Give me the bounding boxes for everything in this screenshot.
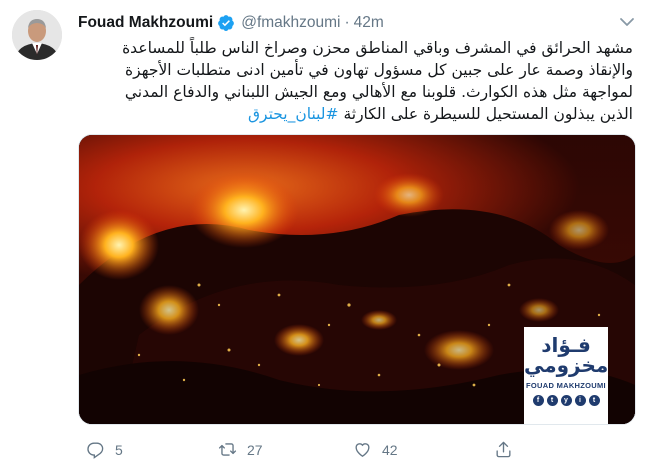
tv-icon: t	[588, 395, 600, 406]
tweet-text-line: مشهد الحرائق في المشرف وباقي المناطق محز…	[122, 39, 633, 57]
tweet-text-line: والإنقاذ وصمة عار على جبين كل مسؤول تهاو…	[125, 61, 633, 79]
youtube-icon: y	[560, 395, 572, 406]
tweet-text-line: لمواجهة مثل هذه الكوارث. قلوبنا مع الأها…	[124, 83, 633, 101]
retweet-count: 27	[247, 441, 263, 458]
tweet-media-image[interactable]: فـؤاد مخزومي FOUAD MAKHZOUMI f t y i t	[78, 134, 636, 425]
tweet-card[interactable]: Fouad Makhzoumi @fmakhzoumi · 42m مشهد ا…	[0, 0, 651, 469]
avatar[interactable]	[12, 10, 62, 60]
tweet-actions: 5 27 42	[78, 440, 638, 464]
logo-arabic-first: فـؤاد	[541, 333, 591, 357]
reply-count: 5	[115, 441, 123, 458]
retweet-icon	[218, 443, 237, 456]
hashtag-link[interactable]: #لبنان_يحترق	[248, 105, 339, 123]
tweet-text-fragment: الذين يبذلون المستحيل للسيطرة على الكارث…	[343, 105, 633, 123]
share-button[interactable]	[494, 440, 513, 459]
like-count: 42	[382, 441, 398, 458]
reply-button[interactable]: 5	[86, 440, 123, 459]
like-button[interactable]: 42	[353, 440, 398, 459]
retweet-button[interactable]: 27	[218, 440, 263, 459]
instagram-icon: i	[574, 395, 586, 406]
facebook-icon: f	[532, 395, 544, 406]
tweet-text: مشهد الحرائق في المشرف وباقي المناطق محز…	[78, 37, 633, 125]
verified-badge-icon	[217, 14, 235, 32]
share-icon	[496, 441, 511, 458]
tweet-timestamp[interactable]: 42m	[354, 14, 384, 32]
author-handle[interactable]: @fmakhzoumi	[241, 14, 340, 32]
logo-arabic-last: مخزومي	[524, 353, 609, 377]
brand-logo: فـؤاد مخزومي FOUAD MAKHZOUMI f t y i t	[524, 327, 608, 424]
reply-icon	[87, 442, 104, 459]
logo-social-icons: f t y i t	[524, 395, 608, 406]
chevron-down-icon[interactable]	[617, 12, 637, 32]
tweet-header: Fouad Makhzoumi @fmakhzoumi · 42m	[78, 12, 384, 34]
twitter-icon: t	[546, 395, 558, 406]
separator-dot: ·	[344, 14, 350, 31]
author-name[interactable]: Fouad Makhzoumi	[78, 14, 213, 32]
tweet-text-line-last: الذين يبذلون المستحيل للسيطرة على الكارث…	[78, 103, 633, 125]
like-icon	[355, 443, 370, 458]
logo-english-name: FOUAD MAKHZOUMI	[526, 381, 606, 390]
